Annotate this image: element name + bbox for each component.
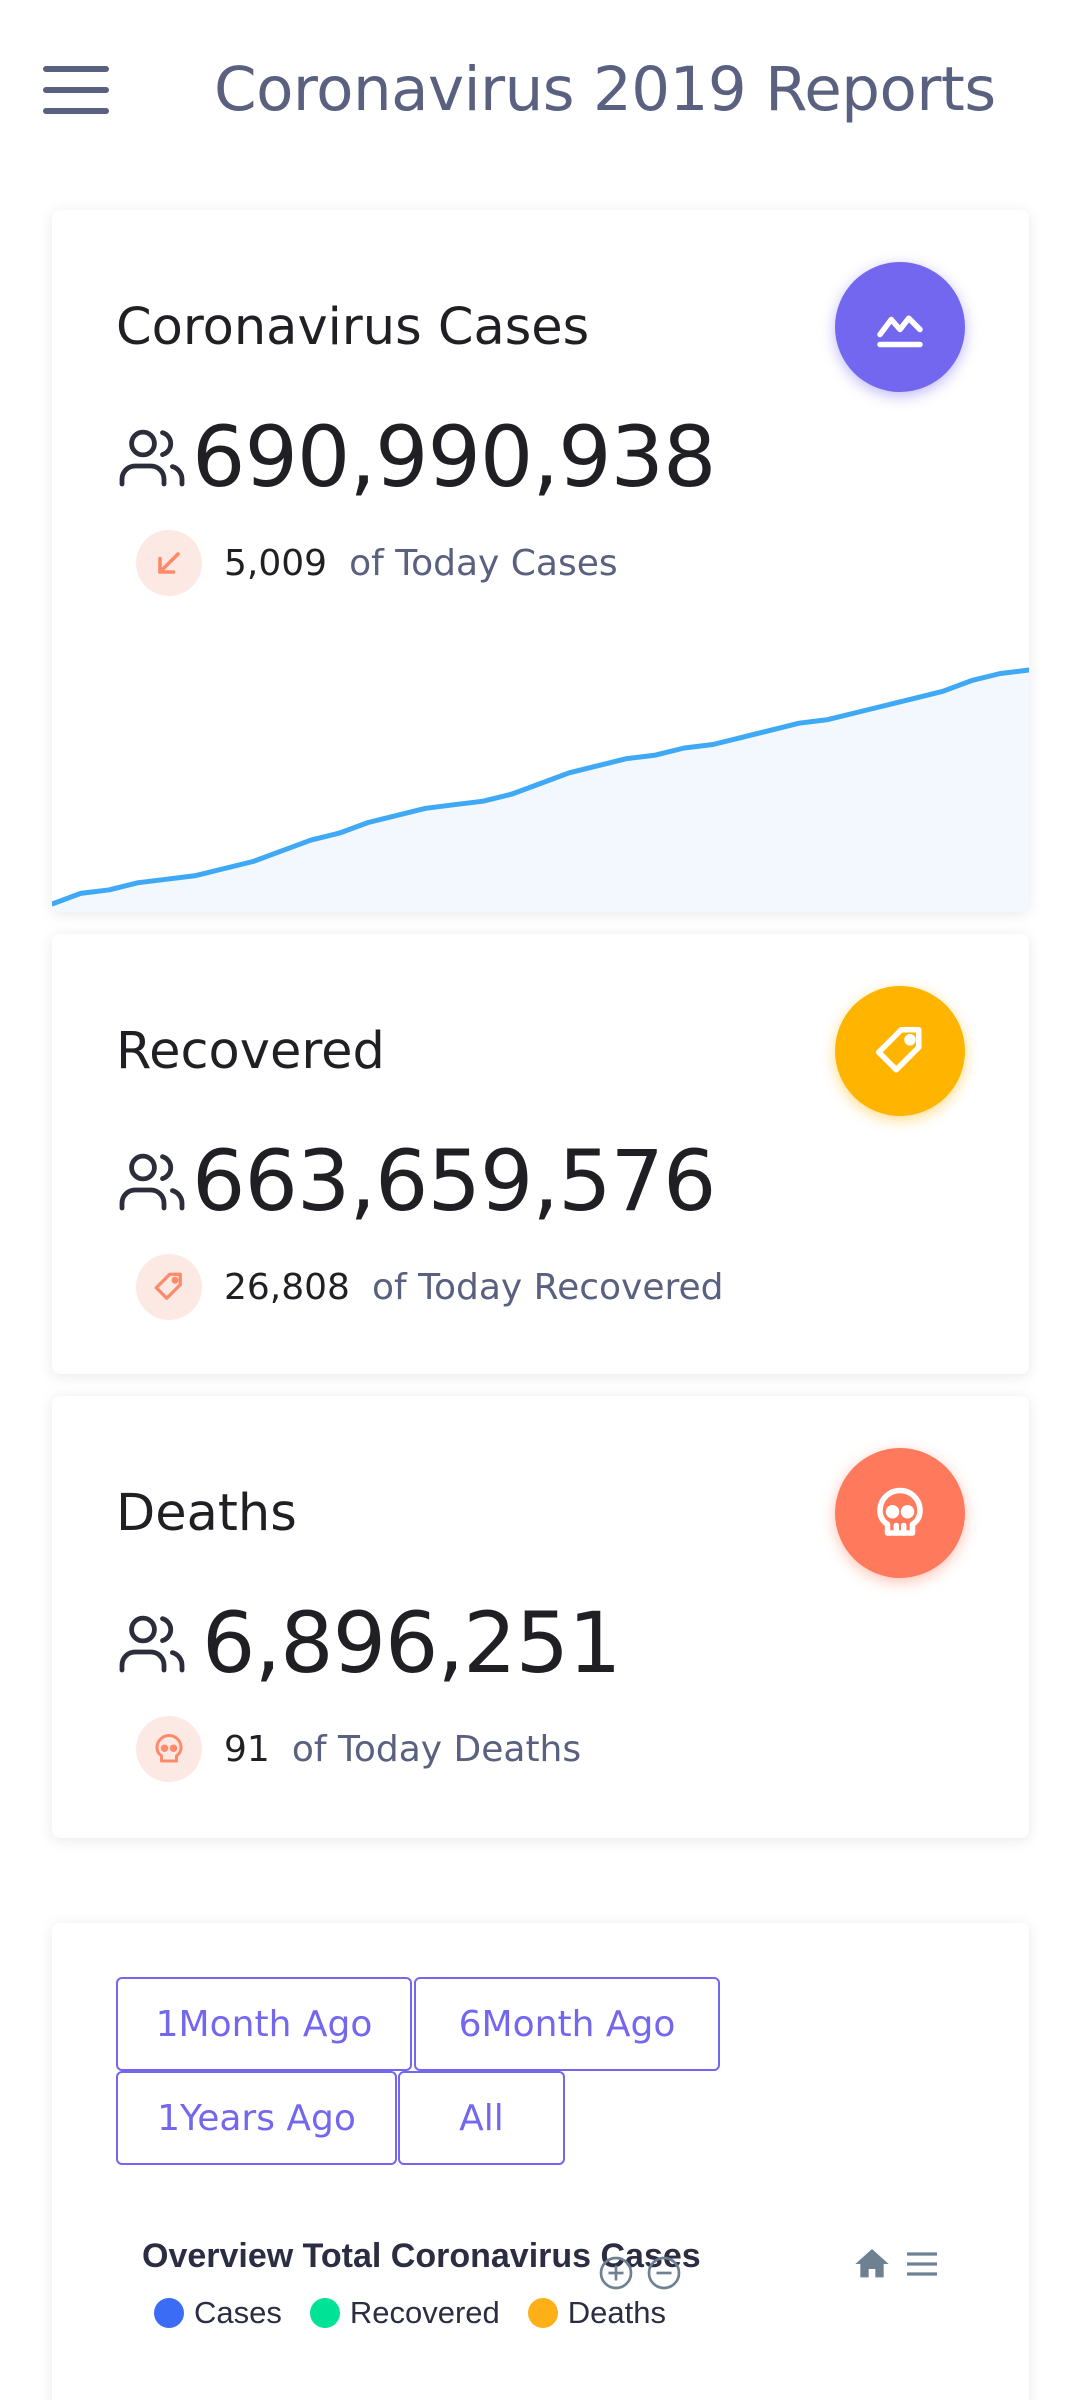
chart-legend: Cases Recovered Deaths <box>154 2295 694 2331</box>
deaths-today-label: of Today Deaths <box>291 1728 582 1770</box>
legend-item-recovered[interactable]: Recovered <box>309 2295 500 2331</box>
recovered-today-row: 26,808 of Today Recovered <box>136 1254 724 1320</box>
legend-label-deaths: Deaths <box>567 2295 667 2330</box>
deaths-today-row: 91 of Today Deaths <box>136 1716 581 1782</box>
legend-dot-recovered <box>309 2298 340 2328</box>
cases-total-row: 690,990,938 <box>116 408 716 506</box>
home-icon[interactable] <box>849 2241 895 2287</box>
deaths-total-value: 6,896,251 <box>202 1594 622 1692</box>
cases-today-row: 5,009 of Today Cases <box>136 530 618 596</box>
cases-trend-sparkline <box>52 667 1029 912</box>
legend-label-recovered: Recovered <box>349 2295 500 2330</box>
people-icon <box>119 1153 185 1211</box>
recovered-today-value: 26,808 <box>224 1266 350 1308</box>
people-icon <box>119 429 185 487</box>
cases-card: Coronavirus Cases 690,990,938 5,009 of T… <box>52 210 1029 912</box>
skull-icon <box>136 1716 202 1782</box>
arrow-down-left-icon <box>136 530 202 596</box>
deaths-card-title: Deaths <box>116 1484 297 1543</box>
range-button-all[interactable]: All <box>398 2071 565 2165</box>
tag-icon <box>136 1254 202 1320</box>
tag-icon[interactable] <box>835 986 965 1116</box>
hamburger-menu-icon[interactable] <box>40 62 112 118</box>
cases-card-title: Coronavirus Cases <box>116 298 590 357</box>
cases-today-label: of Today Cases <box>349 542 618 584</box>
recovered-today-label: of Today Recovered <box>371 1266 724 1308</box>
legend-item-cases[interactable]: Cases <box>154 2295 282 2331</box>
page-title: Coronavirus 2019 Reports <box>214 54 996 125</box>
zoom-out-icon[interactable] <box>640 2249 688 2297</box>
recovered-card-title: Recovered <box>116 1022 385 1081</box>
deaths-today-value: 91 <box>224 1728 270 1770</box>
range-button-6-month[interactable]: 6Month Ago <box>414 1977 720 2071</box>
cases-today-value: 5,009 <box>224 542 328 584</box>
top-app-bar: Coronavirus 2019 Reports <box>0 0 1082 190</box>
overview-chart-card: 1Month Ago 6Month Ago 1Years Ago All Ove… <box>52 1923 1029 2400</box>
recovered-total-row: 663,659,576 <box>116 1132 716 1230</box>
trending-chart-icon[interactable] <box>835 262 965 392</box>
recovered-total-value: 663,659,576 <box>192 1132 716 1230</box>
menu-icon[interactable] <box>899 2241 945 2287</box>
legend-dot-deaths <box>527 2298 558 2328</box>
legend-label-cases: Cases <box>194 2295 282 2330</box>
zoom-in-icon[interactable] <box>592 2249 640 2297</box>
deaths-total-row: 6,896,251 <box>116 1594 622 1692</box>
chart-toolbar <box>845 2241 945 2287</box>
people-icon <box>119 1615 185 1673</box>
legend-item-deaths[interactable]: Deaths <box>527 2295 667 2331</box>
chart-zoom-tools <box>592 2249 688 2297</box>
range-button-1-month[interactable]: 1Month Ago <box>116 1977 412 2071</box>
deaths-card: Deaths 6,896,251 91 of Today Deaths <box>52 1396 1029 1838</box>
recovered-card: Recovered 663,659,576 26,808 of Today Re… <box>52 934 1029 1374</box>
legend-dot-cases <box>154 2298 184 2328</box>
cases-total-value: 690,990,938 <box>192 408 716 506</box>
skull-icon[interactable] <box>835 1448 965 1578</box>
range-button-1-year[interactable]: 1Years Ago <box>116 2071 397 2165</box>
